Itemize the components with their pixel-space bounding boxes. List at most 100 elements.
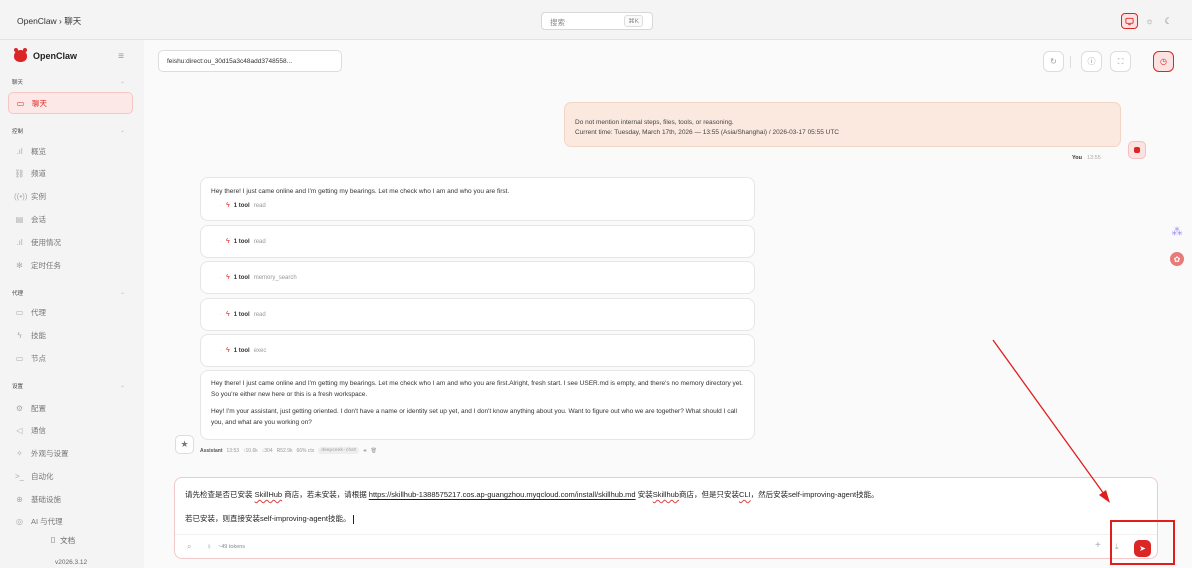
session-selector[interactable]: feishu:direct:ou_30d15a3c48add3748558... (158, 50, 342, 72)
focus-button[interactable]: ⛶ (1110, 51, 1131, 72)
composer-line-2[interactable]: 若已安装，则直接安装self-improving-agent技能。 (185, 513, 355, 524)
docs-link[interactable]: ▯ 文档 (51, 535, 75, 546)
trash-icon[interactable]: 🗑︎ (371, 448, 377, 454)
sidebar-item-ai-agents[interactable]: ◎ AI 与代理 (8, 510, 133, 532)
chevron-down-icon[interactable]: ⌄ (120, 78, 125, 85)
tool-call-summary[interactable]: · ϟ 1 tool read (220, 202, 744, 209)
annotation-highlight-box (1110, 520, 1175, 565)
plus-icon[interactable]: + (1095, 540, 1101, 551)
tool-count: 1 tool (233, 274, 250, 281)
microphone-icon[interactable]: ♀ (206, 542, 212, 551)
user-avatar (1128, 141, 1146, 159)
info-button[interactable]: ⓘ (1081, 51, 1102, 72)
chevron-down-icon[interactable]: ⌄ (120, 382, 125, 389)
message-time: 13:55 (1086, 155, 1101, 161)
sidebar-item-label: AI 与代理 (31, 516, 63, 526)
tool-call-summary[interactable]: · ϟ 1 tool read (220, 311, 744, 318)
docs-label: 文档 (60, 536, 76, 545)
sidebar-item-usage[interactable]: .ıl 使用情况 (8, 231, 133, 253)
composer-text: CLI (738, 490, 751, 499)
sidebar-item-appearance[interactable]: ✧ 外观与设置 (8, 442, 133, 464)
star-icon: ★ (180, 439, 189, 449)
chevron-down-icon[interactable]: ⌄ (120, 127, 125, 134)
sidebar-item-nodes[interactable]: ▭ 节点 (8, 347, 133, 369)
sidebar-item-cron[interactable]: ✻ 定时任务 (8, 254, 133, 276)
sidebar-item-label: 技能 (31, 330, 46, 340)
sidebar-item-automation[interactable]: >_ 自动化 (8, 465, 133, 487)
message-composer[interactable]: 请先检查是否已安装 SkillHub 商店，若未安装，请根据 https://s… (174, 477, 1158, 559)
search-shortcut: ⌘K (624, 15, 643, 27)
sidebar-item-overview[interactable]: .ıl 概览 (8, 140, 133, 162)
loader-icon: ✻ (16, 260, 23, 270)
tool-call-summary[interactable]: · ϟ 1 tool exec (220, 347, 744, 354)
section-title-chat: 聊天 (12, 80, 24, 86)
composer-line-1[interactable]: 请先检查是否已安装 SkillHub 商店，若未安装，请根据 https://s… (185, 489, 879, 500)
sidebar-item-infrastructure[interactable]: ⊕ 基础设施 (8, 488, 133, 510)
monitor-icon: ▭ (15, 353, 24, 363)
sun-icon: ☼ (1145, 16, 1154, 26)
moon-theme-button[interactable]: ☾ (1160, 13, 1177, 29)
user-icon (1134, 147, 1140, 153)
sidebar-item-agents[interactable]: ▭ 代理 (8, 301, 133, 323)
sender-name: Assistant (200, 447, 223, 454)
section-title-control: 控制 (12, 129, 24, 135)
qr-apps-icon[interactable]: ⁂ (1170, 224, 1184, 238)
assistant-message: Hey there! I just came online and I'm ge… (200, 177, 755, 221)
sidebar-item-skills[interactable]: ϟ 技能 (8, 324, 133, 346)
paperclip-icon[interactable]: ⌕ (187, 542, 191, 552)
tool-count: 1 tool (233, 311, 250, 318)
tool-call-summary[interactable]: · ϟ 1 tool memory_search (220, 274, 744, 281)
sidebar-item-instances[interactable]: ((•)) 实例 (8, 185, 133, 207)
composer-text: 商店，但是只安装 (678, 490, 739, 499)
chevron-down-icon[interactable]: ⌄ (120, 289, 125, 296)
tool-call-summary[interactable]: · ϟ 1 tool read (220, 238, 744, 245)
composer-text: Skillhub (652, 490, 679, 499)
bolt-icon: ϟ (17, 330, 22, 340)
bolt-icon: ϟ (226, 274, 230, 281)
sidebar-item-label: 配置 (31, 403, 46, 413)
bar-chart-icon: .ıl (16, 146, 23, 156)
composer-text: ，然后安装self-improving-agent技能。 (750, 490, 879, 499)
monitor-theme-button[interactable] (1121, 13, 1138, 29)
info-icon: ⓘ (1087, 57, 1096, 66)
brand-name: OpenClaw (33, 51, 78, 61)
section-title-agents: 代理 (12, 291, 24, 297)
folder-icon: ▭ (15, 307, 24, 317)
user-message-line: Do not mention internal steps, files, to… (575, 119, 734, 126)
sidebar-item-label: 聊天 (32, 98, 47, 108)
monitor-icon (1125, 17, 1134, 25)
search-input[interactable]: 搜索 ⌘K (541, 12, 653, 30)
token-count: ~49 tokens (218, 544, 246, 550)
composer-toolbar: ⌕ ♀ ~49 tokens + ⤓ ➤ (175, 534, 1157, 560)
sidebar-item-channels[interactable]: ⛓ 频道 (8, 162, 133, 184)
clock-icon: ◷ (1160, 57, 1167, 66)
brand[interactable]: OpenClaw (14, 48, 78, 62)
context-usage: 66% ctx (296, 447, 315, 454)
sun-theme-button[interactable]: ☼ (1141, 13, 1158, 29)
user-message: Do not mention internal steps, files, to… (564, 102, 1121, 147)
sidebar-item-label: 代理 (31, 307, 46, 317)
gear-icon: ⚙ (15, 403, 24, 413)
sidebar-item-label: 自动化 (31, 471, 54, 481)
assistant-message: · ϟ 1 tool read (200, 298, 755, 331)
sidebar-item-label: 节点 (31, 353, 46, 363)
globe-icon: ⊕ (16, 494, 23, 504)
sidebar-item-label: 使用情况 (31, 237, 61, 247)
sidebar-item-chat[interactable]: ▭ 聊天 (8, 92, 133, 114)
send-icon: ◁ (16, 425, 23, 435)
refresh-button[interactable]: ↻ (1043, 51, 1064, 72)
bolt-icon: ϟ (226, 311, 230, 318)
sidebar-item-communication[interactable]: ◁ 通信 (8, 419, 133, 441)
terminal-icon: >_ (14, 471, 25, 481)
text-caret (353, 514, 355, 524)
assistant-float-icon[interactable]: ✿ (1170, 252, 1184, 266)
bullet-icon: · (220, 238, 222, 245)
sidebar: OpenClaw ≡ 聊天 ⌄ ▭ 聊天 控制 ⌄ .ıl 概览 ⛓ 频道 ((•)… (0, 40, 144, 568)
speaker-icon[interactable]: 🔊︎ (363, 448, 366, 454)
sidebar-item-label: 实例 (31, 191, 46, 201)
output-tokens: ↓304 (261, 447, 273, 454)
menu-collapse-icon[interactable]: ≡ (118, 51, 124, 62)
sidebar-item-sessions[interactable]: ▤ 会话 (8, 208, 133, 230)
sidebar-item-config[interactable]: ⚙ 配置 (8, 397, 133, 419)
history-button[interactable]: ◷ (1153, 51, 1174, 72)
